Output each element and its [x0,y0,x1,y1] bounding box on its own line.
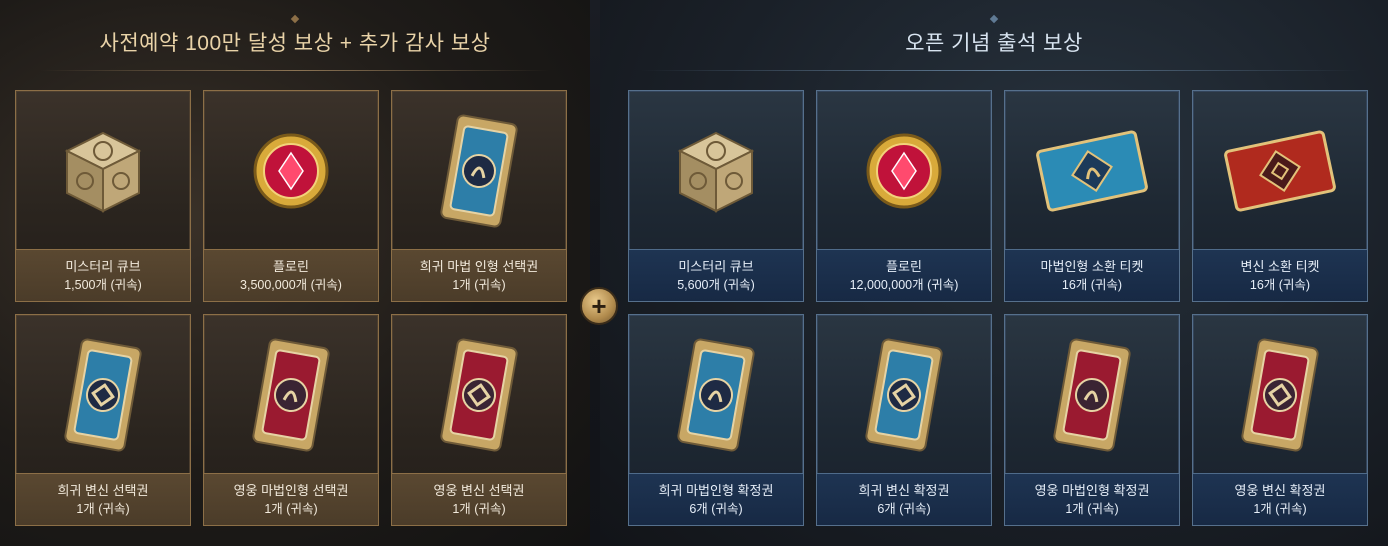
plus-icon: + [580,287,618,325]
reward-label: 마법인형 소환 티켓 16개 (귀속) [1005,249,1179,301]
reward-quantity: 1개 (귀속) [1065,501,1119,516]
reward-name: 영웅 마법인형 확정권 [1034,482,1150,498]
blue-magic-doll-card-icon [629,315,803,475]
reward-label: 희귀 변신 선택권 1개 (귀속) [16,473,190,525]
reward-quantity: 1개 (귀속) [1253,501,1307,516]
reward-label: 미스터리 큐브 5,600개 (귀속) [629,249,803,301]
red-transform-card-icon [392,315,566,475]
right-title-divider [640,70,1360,71]
reward-card-doll-summon-ticket: 마법인형 소환 티켓 16개 (귀속) [1004,90,1180,302]
mystery-cube-icon [16,91,190,251]
reward-card-rare-transform-guarantee: 희귀 변신 확정권 6개 (귀속) [816,314,992,526]
reward-quantity: 1개 (귀속) [76,501,130,516]
florin-gem-icon [204,91,378,251]
reward-name: 미스터리 큐브 [65,258,141,274]
left-title-divider [40,70,550,71]
reward-label: 희귀 마법인형 확정권 6개 (귀속) [629,473,803,525]
reward-card-rare-transform-select: 희귀 변신 선택권 1개 (귀속) [15,314,191,526]
reward-card-florin: 플로린 12,000,000개 (귀속) [816,90,992,302]
reward-card-hero-doll-guarantee: 영웅 마법인형 확정권 1개 (귀속) [1004,314,1180,526]
mystery-cube-icon [629,91,803,251]
red-summon-ticket-icon [1193,91,1367,251]
reward-name: 희귀 마법 인형 선택권 [419,258,539,274]
reward-quantity: 16개 (귀속) [1061,277,1123,292]
reward-quantity: 1개 (귀속) [452,501,506,516]
reward-name: 희귀 마법인형 확정권 [658,482,774,498]
reward-card-hero-doll-select: 영웅 마법인형 선택권 1개 (귀속) [203,314,379,526]
blue-transform-card-icon [16,315,190,475]
reward-quantity: 16개 (귀속) [1249,277,1311,292]
florin-gem-icon [817,91,991,251]
reward-name: 플로린 [886,258,922,274]
reward-quantity: 6개 (귀속) [689,501,743,516]
reward-label: 희귀 변신 확정권 6개 (귀속) [817,473,991,525]
reward-name: 희귀 변신 선택권 [57,482,149,498]
reward-name: 플로린 [273,258,309,274]
reward-label: 플로린 12,000,000개 (귀속) [817,249,991,301]
reward-quantity: 6개 (귀속) [877,501,931,516]
reward-name: 영웅 변신 확정권 [1234,482,1326,498]
reward-card-transform-summon-ticket: 변신 소환 티켓 16개 (귀속) [1192,90,1368,302]
reward-card-rare-doll-guarantee: 희귀 마법인형 확정권 6개 (귀속) [628,314,804,526]
reward-quantity: 1개 (귀속) [452,277,506,292]
reward-label: 영웅 마법인형 확정권 1개 (귀속) [1005,473,1179,525]
blue-magic-doll-card-icon [392,91,566,251]
reward-label: 미스터리 큐브 1,500개 (귀속) [16,249,190,301]
reward-quantity: 1개 (귀속) [264,501,318,516]
red-transform-card-icon [1193,315,1367,475]
reward-label: 플로린 3,500,000개 (귀속) [204,249,378,301]
reward-label: 영웅 마법인형 선택권 1개 (귀속) [204,473,378,525]
reward-quantity: 1,500개 (귀속) [64,277,142,292]
blue-transform-card-icon [817,315,991,475]
reward-quantity: 3,500,000개 (귀속) [240,277,342,292]
red-magic-doll-card-icon [1005,315,1179,475]
reward-name: 변신 소환 티켓 [1240,258,1320,274]
left-section-title: 사전예약 100만 달성 보상 + 추가 감사 보상 [99,32,491,55]
right-section-title: 오픈 기념 출석 보상 [905,32,1083,55]
reward-card-rare-doll-select: 희귀 마법 인형 선택권 1개 (귀속) [391,90,567,302]
reward-name: 미스터리 큐브 [678,258,754,274]
reward-label: 희귀 마법 인형 선택권 1개 (귀속) [392,249,566,301]
reward-label: 영웅 변신 선택권 1개 (귀속) [392,473,566,525]
reward-card-florin: 플로린 3,500,000개 (귀속) [203,90,379,302]
reward-name: 영웅 변신 선택권 [433,482,525,498]
reward-name: 마법인형 소환 티켓 [1040,258,1144,274]
reward-quantity: 5,600개 (귀속) [677,277,755,292]
reward-name: 희귀 변신 확정권 [858,482,950,498]
reward-card-mystery-cube: 미스터리 큐브 5,600개 (귀속) [628,90,804,302]
reward-card-mystery-cube: 미스터리 큐브 1,500개 (귀속) [15,90,191,302]
reward-card-hero-transform-guarantee: 영웅 변신 확정권 1개 (귀속) [1192,314,1368,526]
reward-label: 변신 소환 티켓 16개 (귀속) [1193,249,1367,301]
reward-name: 영웅 마법인형 선택권 [233,482,349,498]
blue-summon-ticket-icon [1005,91,1179,251]
reward-label: 영웅 변신 확정권 1개 (귀속) [1193,473,1367,525]
red-magic-doll-card-icon [204,315,378,475]
reward-card-hero-transform-select: 영웅 변신 선택권 1개 (귀속) [391,314,567,526]
reward-quantity: 12,000,000개 (귀속) [849,277,959,292]
